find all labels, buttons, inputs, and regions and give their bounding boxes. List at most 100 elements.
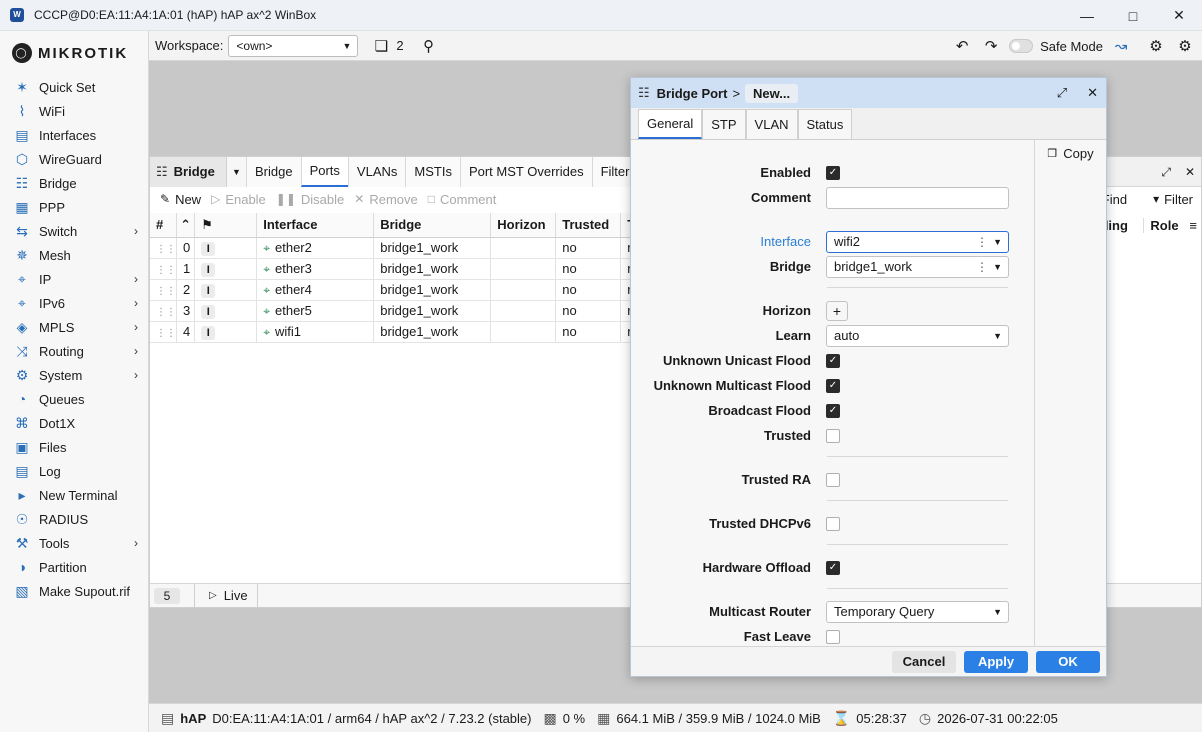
comment-button[interactable]: □ Comment <box>428 192 497 207</box>
sidebar-item-switch[interactable]: ⇆ Switch › <box>0 219 148 243</box>
close-icon[interactable]: ✕ <box>1087 85 1098 101</box>
sidebar-item-make-supout-rif[interactable]: ▧ Make Supout.rif <box>0 579 148 603</box>
col-horizon[interactable]: Horizon <box>490 213 557 238</box>
files-icon: ▣ <box>15 438 29 455</box>
sidebar-item-dot1x[interactable]: ⌘ Dot1X <box>0 411 148 435</box>
interface-label[interactable]: Interface <box>631 234 819 249</box>
mesh-icon: ✵ <box>16 246 28 263</box>
horizon-cell <box>490 258 557 280</box>
maximize-button[interactable]: □ <box>1110 0 1156 31</box>
trusted-checkbox[interactable] <box>826 428 840 443</box>
add-horizon-button[interactable]: + <box>826 300 848 321</box>
sidebar-item-mesh[interactable]: ✵ Mesh <box>0 243 148 267</box>
sidebar-item-files[interactable]: ▣ Files <box>0 435 148 459</box>
col-trusted[interactable]: Trusted <box>555 213 622 238</box>
sidebar-item-wifi[interactable]: ⌇ WiFi <box>0 99 148 123</box>
horizon-cell <box>490 237 557 259</box>
sidebar-item-ip[interactable]: ⌖ IP › <box>0 267 148 291</box>
col-bridge[interactable]: Bridge <box>373 213 492 238</box>
tab-vlans[interactable]: VLANs <box>347 156 406 187</box>
table-row[interactable]: ⋮⋮0I⌖ether2bridge1_worknor <box>150 237 637 259</box>
new-button[interactable]: ✎ New <box>160 192 201 207</box>
copy-button[interactable]: ❐ Copy <box>1035 146 1106 161</box>
sidebar-item-partition[interactable]: ◑ Partition <box>0 555 148 579</box>
apply-button[interactable]: Apply <box>964 650 1028 673</box>
disable-button[interactable]: ❚❚ Disable <box>276 192 344 207</box>
package-icon[interactable]: ⚙ <box>1145 35 1167 57</box>
sidebar-item-queues[interactable]: ◔ Queues <box>0 387 148 411</box>
kebab-icon[interactable]: ⋮ <box>976 235 988 249</box>
redo-icon[interactable]: ↷ <box>980 35 1002 57</box>
sidebar-item-system[interactable]: ⚙ System › <box>0 363 148 387</box>
columns-menu-icon[interactable]: ≡ <box>1189 218 1201 233</box>
tab-port-mst-overrides[interactable]: Port MST Overrides <box>459 156 592 187</box>
sidebar-item-quick-set[interactable]: ✶ Quick Set <box>0 75 148 99</box>
chevron-down-icon[interactable]: ▼ <box>226 156 246 187</box>
dialog-tab-vlan[interactable]: VLAN <box>745 109 798 139</box>
minimize-button[interactable]: — <box>1064 0 1110 31</box>
sidebar-item-ppp[interactable]: ▦ PPP <box>0 195 148 219</box>
safe-mode-icon[interactable]: ↝ <box>1110 35 1132 57</box>
comment-field[interactable] <box>826 186 1009 209</box>
sidebar-item-mpls[interactable]: ◈ MPLS › <box>0 315 148 339</box>
dialog-tab-status[interactable]: Status <box>797 109 853 139</box>
fast-leave-checkbox[interactable] <box>826 629 840 644</box>
sidebar-item-bridge[interactable]: ☷ Bridge <box>0 171 148 195</box>
filter-button[interactable]: ▾ Filter <box>1153 192 1193 207</box>
windows-icon[interactable]: ❏ <box>370 35 392 57</box>
dialog-tab-general[interactable]: General <box>638 109 703 139</box>
dialog-tab-stp[interactable]: STP <box>702 109 746 139</box>
live-button[interactable]: ▷ Live <box>194 583 258 608</box>
col-interface[interactable]: Interface <box>256 213 375 238</box>
table-row[interactable]: ⋮⋮1I⌖ether3bridge1_worknor <box>150 258 637 280</box>
sidebar-item-tools[interactable]: ⚒ Tools › <box>0 531 148 555</box>
kebab-icon[interactable]: ⋮ <box>976 260 988 274</box>
hardware-offload-checkbox[interactable]: ✓ <box>826 560 840 575</box>
bridge-select[interactable]: bridge1_work ⋮ ▼ <box>826 255 1009 278</box>
tab-mstis[interactable]: MSTIs <box>405 156 460 187</box>
safe-mode-toggle[interactable] <box>1009 39 1034 53</box>
enable-button[interactable]: ▷ Enable <box>211 192 266 207</box>
ok-button[interactable]: OK <box>1036 650 1100 673</box>
enabled-checkbox[interactable]: ✓ <box>826 165 840 180</box>
sidebar-item-log[interactable]: ▤ Log <box>0 459 148 483</box>
sidebar-item-new-terminal[interactable]: ▸ New Terminal <box>0 483 148 507</box>
unknown-unicast-checkbox[interactable]: ✓ <box>826 353 840 368</box>
table-row[interactable]: ⋮⋮3I⌖ether5bridge1_worknor <box>150 300 637 322</box>
multicast-router-select[interactable]: Temporary Query ▼ <box>826 600 1009 623</box>
sort-icon[interactable]: ⌃ <box>176 213 196 238</box>
flag-icon[interactable]: ⚑ <box>194 213 258 238</box>
drag-handle-icon[interactable]: ⋮⋮ <box>150 237 177 259</box>
drag-handle-icon[interactable]: ⋮⋮ <box>150 321 177 343</box>
col-role[interactable]: Role <box>1143 217 1189 233</box>
workspace-select[interactable]: <own> ▼ <box>228 34 359 57</box>
interface-select[interactable]: wifi2 ⋮ ▼ <box>826 230 1009 253</box>
col-num[interactable]: # <box>150 213 177 238</box>
table-row[interactable]: ⋮⋮2I⌖ether4bridge1_worknor <box>150 279 637 301</box>
sidebar-item-ipv6[interactable]: ⌖ IPv6 › <box>0 291 148 315</box>
drag-handle-icon[interactable]: ⋮⋮ <box>150 300 177 322</box>
table-row[interactable]: ⋮⋮4I⌖wifi1bridge1_worknor <box>150 321 637 343</box>
close-icon[interactable]: ✕ <box>1185 165 1195 179</box>
trusted-dhcpv6-checkbox[interactable] <box>826 516 840 531</box>
sidebar-item-radius[interactable]: ☉ RADIUS <box>0 507 148 531</box>
search-icon[interactable]: ⚲ <box>418 35 440 57</box>
unknown-multicast-checkbox[interactable]: ✓ <box>826 378 840 393</box>
drag-handle-icon[interactable]: ⋮⋮ <box>150 258 177 280</box>
expand-icon[interactable]: ⤢ <box>1161 165 1171 180</box>
drag-handle-icon[interactable]: ⋮⋮ <box>150 279 177 301</box>
trusted-ra-checkbox[interactable] <box>826 472 840 487</box>
settings-gear-icon[interactable]: ⚙ <box>1174 35 1196 57</box>
tab-ports[interactable]: Ports <box>300 156 348 187</box>
undo-icon[interactable]: ↶ <box>951 35 973 57</box>
broadcast-flood-checkbox[interactable]: ✓ <box>826 403 840 418</box>
learn-select[interactable]: auto ▼ <box>826 324 1009 347</box>
sidebar-item-interfaces[interactable]: ▤ Interfaces <box>0 123 148 147</box>
close-window-button[interactable]: ✕ <box>1156 0 1202 31</box>
sidebar-item-wireguard[interactable]: ⬡ WireGuard <box>0 147 148 171</box>
sidebar-item-routing[interactable]: ⤨ Routing › <box>0 339 148 363</box>
remove-button[interactable]: ✕ Remove <box>354 192 417 207</box>
cancel-button[interactable]: Cancel <box>892 650 956 673</box>
expand-icon[interactable]: ⤢ <box>1057 85 1067 101</box>
tab-bridge[interactable]: Bridge <box>246 156 301 187</box>
